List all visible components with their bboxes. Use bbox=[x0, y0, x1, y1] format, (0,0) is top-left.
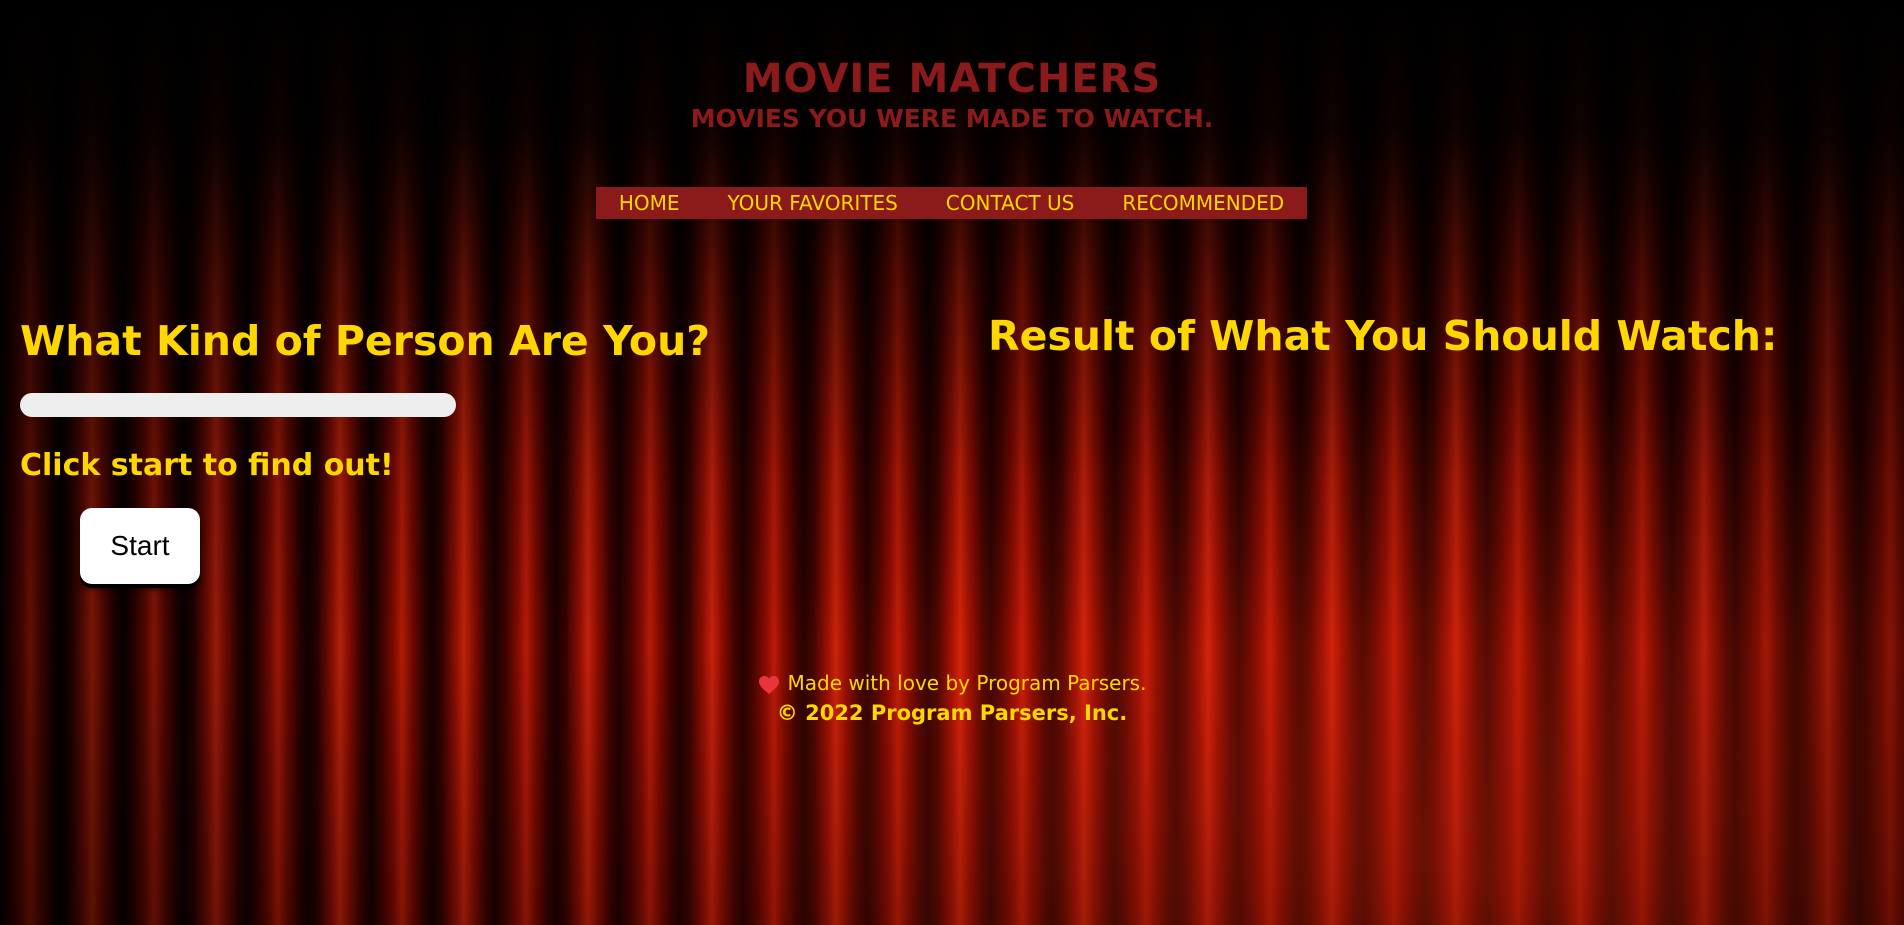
nav-item-your-favorites[interactable]: YOUR FAVORITES bbox=[704, 187, 922, 219]
quiz-progress-bar bbox=[20, 393, 456, 417]
start-button[interactable]: Start bbox=[80, 508, 200, 584]
result-heading: Result of What You Should Watch: bbox=[988, 312, 1778, 360]
site-title: MOVIE MATCHERS bbox=[742, 56, 1162, 102]
site-footer: Made with love by Program Parsers. © 202… bbox=[0, 668, 1904, 728]
curtain-background: MOVIE MATCHERS MOVIES YOU WERE MADE TO W… bbox=[0, 0, 1904, 925]
heart-icon bbox=[758, 673, 780, 695]
main-nav: HOME YOUR FAVORITES CONTACT US RECOMMEND… bbox=[596, 187, 1307, 219]
quiz-prompt: Click start to find out! bbox=[20, 448, 394, 483]
nav-item-home[interactable]: HOME bbox=[595, 187, 704, 219]
copyright-text: © 2022 Program Parsers, Inc. bbox=[776, 701, 1128, 725]
site-tagline: MOVIES YOU WERE MADE TO WATCH. bbox=[690, 104, 1214, 133]
quiz-heading: What Kind of Person Are You? bbox=[20, 317, 711, 365]
made-with-line: Made with love by Program Parsers. bbox=[0, 668, 1904, 698]
nav-item-recommended[interactable]: RECOMMENDED bbox=[1098, 187, 1308, 219]
site-header: MOVIE MATCHERS MOVIES YOU WERE MADE TO W… bbox=[0, 55, 1904, 135]
quiz-section: What Kind of Person Are You? Click start… bbox=[20, 315, 920, 485]
nav-item-contact-us[interactable]: CONTACT US bbox=[922, 187, 1099, 219]
result-section: Result of What You Should Watch: bbox=[988, 310, 1888, 362]
made-with-text: Made with love by Program Parsers. bbox=[787, 671, 1147, 695]
